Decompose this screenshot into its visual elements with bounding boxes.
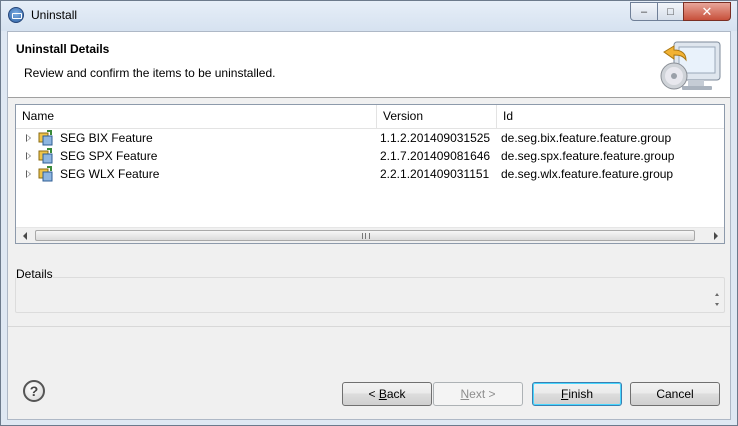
uninstall-window: Uninstall – □ ✕ Uninstall Details Review… — [0, 0, 738, 426]
horizontal-scrollbar[interactable] — [16, 227, 724, 243]
dialog-client-area: Uninstall Details Review and confirm the… — [7, 31, 731, 420]
minimize-icon: – — [640, 5, 648, 18]
page-title: Uninstall Details — [16, 42, 110, 56]
expand-arrow-icon[interactable] — [26, 134, 31, 142]
maximize-icon: □ — [667, 5, 674, 18]
feature-name: SEG BIX Feature — [60, 131, 153, 145]
next-button[interactable]: Next > — [433, 382, 523, 406]
close-icon: ✕ — [701, 3, 713, 19]
scroll-left-button[interactable] — [16, 228, 33, 244]
next-label-rest: ext > — [469, 387, 496, 401]
grip-icon — [362, 233, 370, 239]
feature-version: 2.1.7.201409081646 — [380, 149, 491, 163]
feature-name: SEG WLX Feature — [60, 167, 160, 181]
table-body: SEG BIX Feature 1.1.2.201409031525 de.se… — [16, 129, 724, 183]
next-label-mnemonic: N — [460, 387, 470, 401]
page-description: Review and confirm the items to be unins… — [24, 66, 276, 80]
expand-arrow-icon[interactable] — [26, 152, 31, 160]
back-button[interactable]: < Back — [342, 382, 432, 406]
scroll-right-icon — [713, 232, 718, 240]
column-header-version[interactable]: Version — [376, 105, 496, 128]
scroll-up-icon — [715, 293, 719, 296]
feature-icon — [38, 148, 53, 164]
expand-arrow-icon[interactable] — [26, 170, 31, 178]
details-label: Details — [16, 267, 53, 281]
help-icon: ? — [29, 383, 39, 399]
app-icon — [8, 7, 24, 23]
window-title: Uninstall — [31, 8, 78, 22]
help-button[interactable]: ? — [23, 380, 45, 402]
table-row[interactable]: SEG SPX Feature 2.1.7.201409081646 de.se… — [16, 147, 724, 165]
feature-version: 1.1.2.201409031525 — [380, 131, 491, 145]
back-label-mnemonic: B — [378, 387, 387, 401]
minimize-button[interactable]: – — [630, 2, 658, 21]
table-row[interactable]: SEG WLX Feature 2.2.1.201409031151 de.se… — [16, 165, 724, 183]
close-button[interactable]: ✕ — [683, 2, 731, 21]
features-table[interactable]: Name Version Id SEG BIX Feature 1.1.2.20… — [15, 104, 725, 244]
finish-button[interactable]: Finish — [532, 382, 622, 406]
feature-id: de.seg.spx.feature.feature.group — [501, 149, 675, 163]
back-label-rest: ack — [386, 387, 406, 401]
feature-version: 2.2.1.201409031151 — [380, 167, 490, 181]
button-bar-divider — [8, 326, 730, 327]
scroll-down-icon — [715, 303, 719, 306]
finish-label-mnemonic: F — [560, 387, 569, 401]
cancel-label: Cancel — [656, 387, 694, 401]
table-row[interactable]: SEG BIX Feature 1.1.2.201409031525 de.se… — [16, 129, 724, 147]
scroll-left-icon — [22, 232, 27, 240]
header-banner: Uninstall Details Review and confirm the… — [8, 32, 730, 98]
title-bar[interactable]: Uninstall – □ ✕ — [1, 1, 737, 31]
feature-id: de.seg.bix.feature.feature.group — [501, 131, 672, 145]
uninstall-wizard-icon — [660, 41, 721, 90]
maximize-button[interactable]: □ — [657, 2, 684, 21]
details-box[interactable] — [15, 277, 725, 313]
feature-id: de.seg.wlx.feature.feature.group — [501, 167, 674, 181]
details-vertical-scroll[interactable] — [712, 291, 722, 311]
column-header-id[interactable]: Id — [496, 105, 724, 128]
back-label-prefix: < — [368, 387, 379, 401]
feature-icon — [38, 130, 53, 146]
cancel-button[interactable]: Cancel — [630, 382, 720, 406]
feature-name: SEG SPX Feature — [60, 149, 158, 163]
column-header-name[interactable]: Name — [16, 105, 374, 128]
feature-icon — [38, 166, 53, 182]
scroll-right-button[interactable] — [707, 228, 724, 244]
table-header: Name Version Id — [16, 105, 724, 129]
scrollbar-thumb[interactable] — [35, 230, 695, 241]
finish-label-rest: inish — [568, 387, 594, 401]
